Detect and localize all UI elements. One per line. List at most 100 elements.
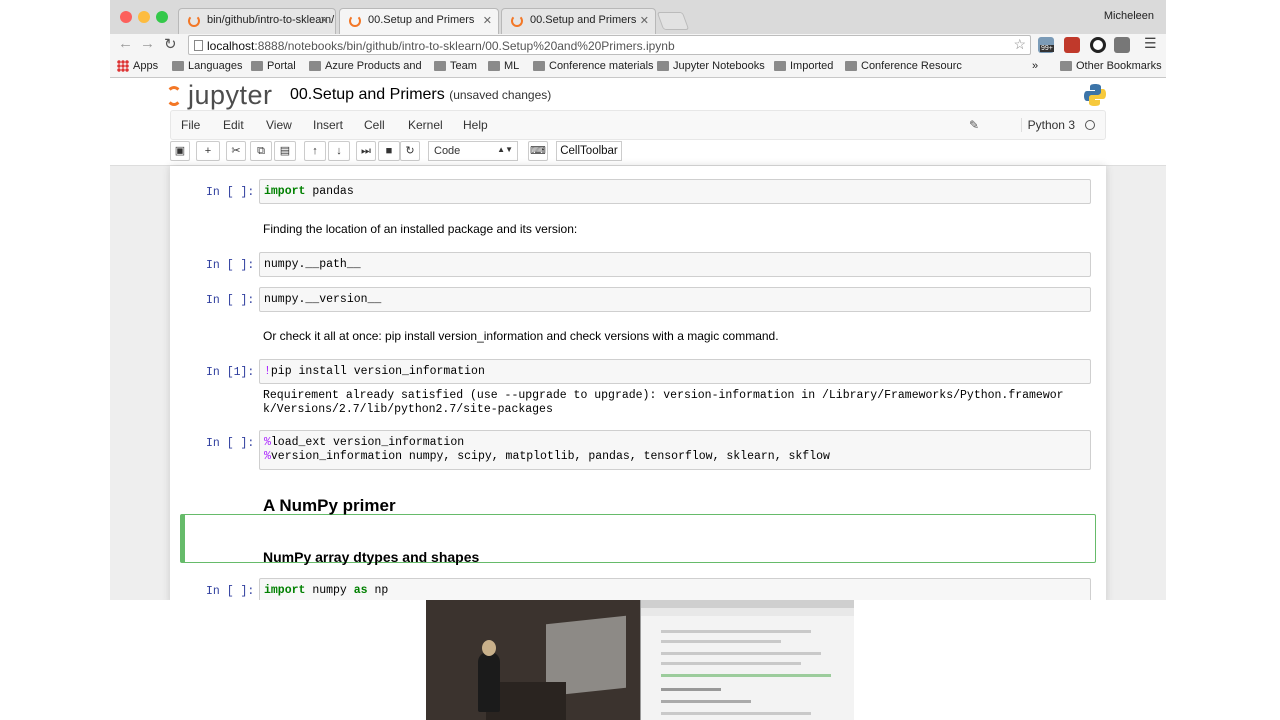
minimize-window-button[interactable] (138, 11, 150, 23)
celltoolbar-button[interactable]: CellToolbar (556, 141, 622, 161)
tab-label: 00.Setup and Primers (368, 14, 475, 26)
bookmark-azure[interactable]: Azure Products and (309, 60, 422, 72)
folder-icon (774, 61, 786, 71)
thumbnail-toolbar (641, 608, 854, 616)
jupyter-favicon-icon (349, 15, 361, 27)
cell-type-value: Code (434, 145, 461, 157)
input-prompt: In [ ]: (206, 186, 255, 199)
input-prompt: In [ ]: (206, 437, 255, 450)
code-cell-import-numpy[interactable]: import numpy as np (259, 578, 1091, 600)
menu-cell[interactable]: Cell (364, 118, 385, 132)
move-down-button[interactable]: ↓ (328, 141, 350, 161)
close-tab-icon[interactable]: ✕ (483, 14, 492, 27)
menu-insert[interactable]: Insert (313, 118, 343, 132)
new-tab-button[interactable] (656, 12, 690, 30)
notebook-title[interactable]: 00.Setup and Primers (unsaved changes) (290, 86, 551, 104)
jupyter-favicon-icon (511, 15, 523, 27)
code-cell-numpy-version[interactable]: numpy.__version__ (259, 287, 1091, 312)
folder-icon (657, 61, 669, 71)
browser-window: bin/github/intro-to-sklearn/ ✕ 00.Setup … (110, 0, 1166, 600)
cut-button[interactable]: ✂ (226, 141, 246, 161)
back-icon[interactable]: ← (118, 35, 133, 52)
heading-numpy-primer[interactable]: A NumPy primer (263, 496, 396, 516)
markdown-cell-location[interactable]: Finding the location of an installed pac… (263, 222, 577, 236)
extension-badge: 99+ (1040, 45, 1054, 52)
presenter-camera-feed (426, 600, 640, 720)
apps-grid-icon (117, 60, 129, 72)
code-cell-pip-install[interactable]: !pip install version_information (259, 359, 1091, 384)
markdown-cell-check-all[interactable]: Or check it all at once: pip install ver… (263, 329, 779, 343)
command-palette-button[interactable]: ⌨ (528, 141, 548, 161)
code-cell-numpy-path[interactable]: numpy.__path__ (259, 252, 1091, 277)
thumbnail-line (661, 712, 811, 715)
menu-kernel[interactable]: Kernel (408, 118, 443, 132)
bookmark-imported[interactable]: Imported (774, 60, 833, 72)
maximize-window-button[interactable] (156, 11, 168, 23)
move-up-button[interactable]: ↑ (304, 141, 326, 161)
tab-setup-primers-active[interactable]: 00.Setup and Primers ✕ (339, 8, 499, 34)
extension-record-icon[interactable] (1090, 37, 1106, 53)
select-arrows-icon: ▲▼ (497, 145, 513, 154)
edit-pencil-icon[interactable]: ✎ (969, 118, 979, 132)
interrupt-button[interactable]: ■ (378, 141, 400, 161)
bookmark-team[interactable]: Team (434, 60, 477, 72)
arrow-up-icon: ↑ (312, 145, 318, 157)
bookmark-portal[interactable]: Portal (251, 60, 296, 72)
code-cell-version-information[interactable]: %load_ext version_information %version_i… (259, 430, 1091, 470)
tab-setup-primers-2[interactable]: 00.Setup and Primers ✕ (501, 8, 656, 34)
tab-notebook-tree[interactable]: bin/github/intro-to-sklearn/ ✕ (178, 8, 336, 34)
close-tab-icon[interactable]: ✕ (640, 14, 649, 27)
bookmarks-bar: Apps Languages Portal Azure Products and… (110, 56, 1166, 78)
heading-dtypes-shapes[interactable]: NumPy array dtypes and shapes (263, 549, 479, 565)
input-prompt: In [ ]: (206, 259, 255, 272)
screen: bin/github/intro-to-sklearn/ ✕ 00.Setup … (0, 0, 1280, 720)
close-tab-icon[interactable]: ✕ (320, 14, 329, 27)
bookmark-star-icon[interactable]: ☆ (1013, 36, 1026, 53)
url-host: localhost (207, 39, 255, 53)
copy-button[interactable]: ⧉ (250, 141, 272, 161)
extension-red-icon[interactable] (1064, 37, 1080, 53)
kernel-name[interactable]: Python 3 (1020, 118, 1075, 132)
menu-file[interactable]: File (181, 118, 200, 132)
folder-icon (845, 61, 857, 71)
profile-name[interactable]: Micheleen (1104, 10, 1154, 22)
folder-icon (251, 61, 263, 71)
extension-gray-icon[interactable] (1114, 37, 1130, 53)
thumbnail-line (661, 688, 721, 691)
menu-view[interactable]: View (266, 118, 292, 132)
menu-edit[interactable]: Edit (223, 118, 244, 132)
restart-button[interactable]: ↻ (400, 141, 420, 161)
reload-icon[interactable]: ↻ (164, 35, 177, 53)
code-cell-import-pandas[interactable]: import pandas (259, 179, 1091, 204)
bookmarks-overflow-button[interactable]: » (1032, 60, 1038, 72)
bookmark-other[interactable]: Other Bookmarks (1060, 60, 1162, 72)
add-cell-button[interactable]: + (196, 141, 220, 161)
menu-help[interactable]: Help (463, 118, 488, 132)
close-window-button[interactable] (120, 11, 132, 23)
menu-icon[interactable]: ☰ (1144, 35, 1157, 52)
menu-bar: File Edit View Insert Cell Kernel Help ✎… (170, 110, 1106, 140)
forward-icon[interactable]: → (140, 35, 155, 52)
paste-button[interactable]: ▤ (274, 141, 296, 161)
keyboard-icon: ⌨ (530, 145, 546, 157)
bookmark-jupyter-notebooks[interactable]: Jupyter Notebooks (657, 60, 765, 72)
folder-icon (1060, 61, 1072, 71)
bookmark-ml[interactable]: ML (488, 60, 519, 72)
bookmark-apps[interactable]: Apps (117, 60, 158, 72)
thumbnail-tabbar (641, 600, 854, 608)
copy-icon: ⧉ (257, 145, 265, 157)
url-bar[interactable]: localhost:8888/notebooks/bin/github/intr… (188, 35, 1031, 55)
save-icon: ▣ (174, 145, 186, 157)
bookmark-conference-materials[interactable]: Conference materials (533, 60, 654, 72)
bookmark-conference-resources[interactable]: Conference Resourc (845, 60, 962, 72)
restart-icon: ↻ (405, 145, 415, 157)
input-prompt: In [ ]: (206, 294, 255, 307)
extension-icon[interactable]: 99+ (1038, 37, 1054, 53)
jupyter-logo-text[interactable]: jupyter (188, 80, 273, 111)
bookmark-languages[interactable]: Languages (172, 60, 242, 72)
cell-type-select[interactable]: Code ▲▼ (428, 141, 518, 161)
run-button[interactable]: ⏭ (356, 141, 376, 161)
save-button[interactable]: ▣ (170, 141, 190, 161)
jupyter-logo-icon (166, 86, 182, 106)
address-toolbar: ← → ↻ localhost:8888/notebooks/bin/githu… (110, 34, 1166, 56)
